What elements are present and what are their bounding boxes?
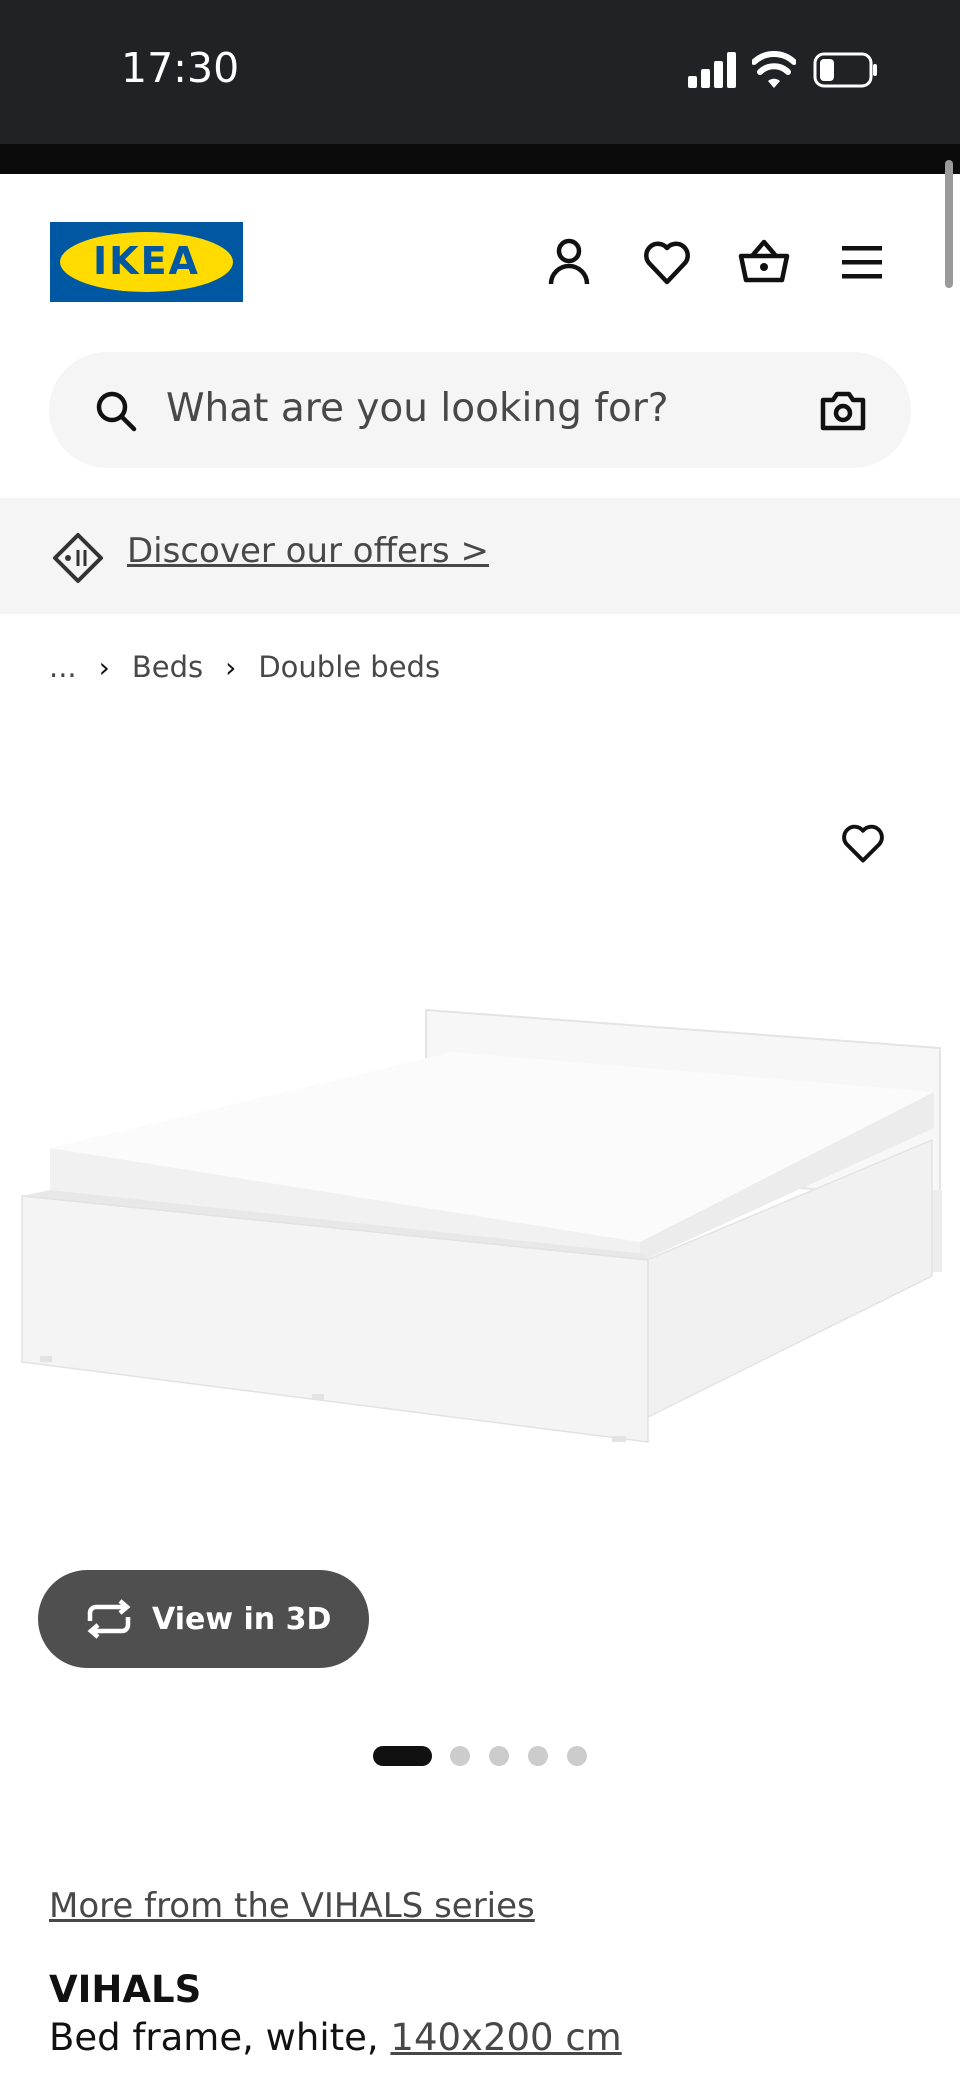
product-image[interactable] [0,760,960,1560]
camera-icon[interactable] [820,391,866,431]
wifi-icon [752,51,796,88]
breadcrumb-ellipsis[interactable]: ... [49,650,77,684]
carousel-dot-4[interactable] [528,1746,548,1766]
cellular-signal-icon [688,52,736,88]
product-description-text: Bed frame, white, [49,2016,391,2059]
logo-text: IKEA [93,239,200,283]
ikea-logo[interactable]: IKEA [50,222,243,302]
carousel-dot-2[interactable] [450,1746,470,1766]
breadcrumb: ... › Beds › Double beds [49,650,440,684]
menu-icon[interactable] [836,236,888,288]
product-name: VIHALS [49,1968,202,2011]
browser-strip [0,144,960,174]
search-input[interactable]: What are you looking for? [166,386,669,431]
product-size-link[interactable]: 140x200 cm [390,2016,621,2059]
series-link[interactable]: More from the VIHALS series [49,1886,535,1926]
breadcrumb-item-double-beds[interactable]: Double beds [258,650,440,684]
status-time: 17:30 [121,44,240,92]
battery-icon [813,52,877,88]
view-in-3d-button[interactable]: View in 3D [38,1570,369,1668]
discover-offers-link[interactable]: Discover our offers > [127,531,489,571]
heart-icon[interactable] [641,236,693,288]
tag-icon [53,533,103,583]
page-scrollbar[interactable] [945,160,953,288]
view-in-3d-label: View in 3D [152,1601,332,1637]
rotate-3d-icon [87,1599,131,1639]
chevron-right-icon: › [98,650,110,684]
carousel-dot-3[interactable] [489,1746,509,1766]
carousel-dot-5[interactable] [567,1746,587,1766]
product-description: Bed frame, white, 140x200 cm [49,2016,622,2059]
favourite-heart-icon[interactable] [840,822,886,864]
search-icon [96,391,137,432]
chevron-right-icon: › [225,650,237,684]
breadcrumb-item-beds[interactable]: Beds [132,650,203,684]
profile-icon[interactable] [543,236,595,288]
basket-icon[interactable] [738,236,790,288]
carousel-dot-1[interactable] [373,1746,432,1766]
